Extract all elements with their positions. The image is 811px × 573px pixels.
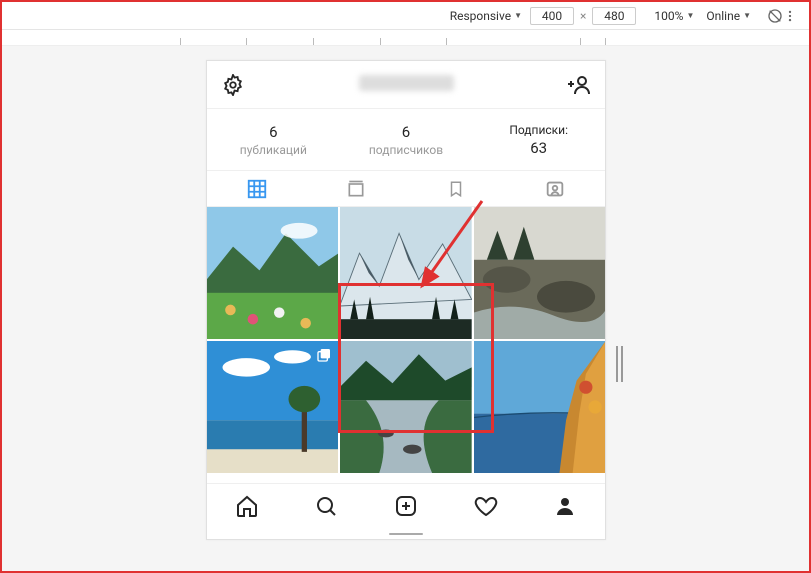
- viewport-height-input[interactable]: 480: [592, 7, 636, 25]
- network-throttle-dropdown[interactable]: Online ▼: [706, 9, 751, 23]
- settings-button[interactable]: [219, 74, 247, 96]
- tab-grid[interactable]: [207, 171, 307, 206]
- add-person-icon: [567, 73, 591, 97]
- emulated-viewport: 6 публикаций 6 подписчиков Подписки: 63: [206, 60, 606, 540]
- photo-thumbnail: [474, 341, 605, 473]
- stat-posts[interactable]: 6 публикаций: [207, 109, 340, 170]
- device-preset-dropdown[interactable]: Responsive ▼: [450, 9, 522, 23]
- grid-photo-3[interactable]: [474, 207, 605, 339]
- grid-photo-4[interactable]: [207, 341, 338, 473]
- ruler: [2, 30, 809, 46]
- gear-icon: [222, 74, 244, 96]
- drag-handle-icon: [207, 527, 605, 539]
- devtools-toolbar: Responsive ▼ 400 × 480 100% ▼ Online ▼: [2, 2, 809, 30]
- grid-photo-2[interactable]: [340, 207, 471, 339]
- tab-saved[interactable]: [406, 171, 506, 206]
- zoom-value: 100%: [654, 9, 683, 23]
- dropdown-caret-icon: ▼: [686, 11, 694, 20]
- nav-profile[interactable]: [545, 494, 585, 518]
- bookmark-icon: [447, 179, 465, 199]
- nav-new-post[interactable]: [386, 494, 426, 518]
- device-preset-label: Responsive: [450, 9, 511, 23]
- home-icon: [235, 494, 259, 518]
- username-redacted: [359, 75, 454, 91]
- grid-icon: [246, 178, 268, 200]
- dimension-separator: ×: [580, 9, 586, 23]
- heart-icon: [474, 494, 498, 518]
- photo-thumbnail: [207, 207, 338, 339]
- stat-following[interactable]: Подписки: 63: [472, 109, 605, 170]
- more-options-button[interactable]: [783, 9, 801, 23]
- multi-photo-icon: [316, 347, 332, 363]
- stat-posts-label: публикаций: [240, 143, 307, 157]
- tagged-icon: [544, 178, 566, 200]
- viewport-width-input[interactable]: 400: [530, 7, 574, 25]
- stat-followers[interactable]: 6 подписчиков: [340, 109, 473, 170]
- dropdown-caret-icon: ▼: [743, 11, 751, 20]
- dropdown-caret-icon: ▼: [514, 11, 522, 20]
- photo-thumbnail: [340, 207, 471, 339]
- rotate-orientation-button[interactable]: [767, 8, 783, 24]
- profile-icon: [553, 494, 577, 518]
- zoom-dropdown[interactable]: 100% ▼: [654, 9, 694, 23]
- discover-people-button[interactable]: [565, 73, 593, 97]
- stat-following-value: 63: [530, 139, 547, 157]
- plus-square-icon: [394, 494, 418, 518]
- nav-home[interactable]: [227, 494, 267, 518]
- nav-activity[interactable]: [466, 494, 506, 518]
- grid-photo-5[interactable]: [340, 341, 471, 473]
- profile-stats: 6 публикаций 6 подписчиков Подписки: 63: [207, 109, 605, 171]
- feed-icon: [346, 179, 366, 199]
- network-value: Online: [706, 9, 740, 23]
- bottom-nav: [207, 483, 605, 527]
- tab-feed[interactable]: [307, 171, 407, 206]
- resize-handle-icon[interactable]: [616, 346, 623, 382]
- nav-search[interactable]: [306, 494, 346, 518]
- grid-photo-6[interactable]: [474, 341, 605, 473]
- username-title: [247, 75, 565, 95]
- photo-thumbnail: [474, 207, 605, 339]
- search-icon: [314, 494, 338, 518]
- stat-following-label: Подписки:: [509, 123, 568, 137]
- photo-thumbnail: [340, 341, 471, 473]
- stat-posts-value: 6: [269, 123, 277, 141]
- profile-view-tabs: [207, 171, 605, 207]
- profile-header: [207, 61, 605, 109]
- device-viewport-area: 6 публикаций 6 подписчиков Подписки: 63: [2, 46, 809, 571]
- tab-tagged[interactable]: [506, 171, 606, 206]
- photo-grid: [207, 207, 605, 483]
- browser-devtools-frame: Responsive ▼ 400 × 480 100% ▼ Online ▼: [0, 0, 811, 573]
- stat-followers-label: подписчиков: [369, 143, 443, 157]
- stat-followers-value: 6: [402, 123, 410, 141]
- grid-photo-1[interactable]: [207, 207, 338, 339]
